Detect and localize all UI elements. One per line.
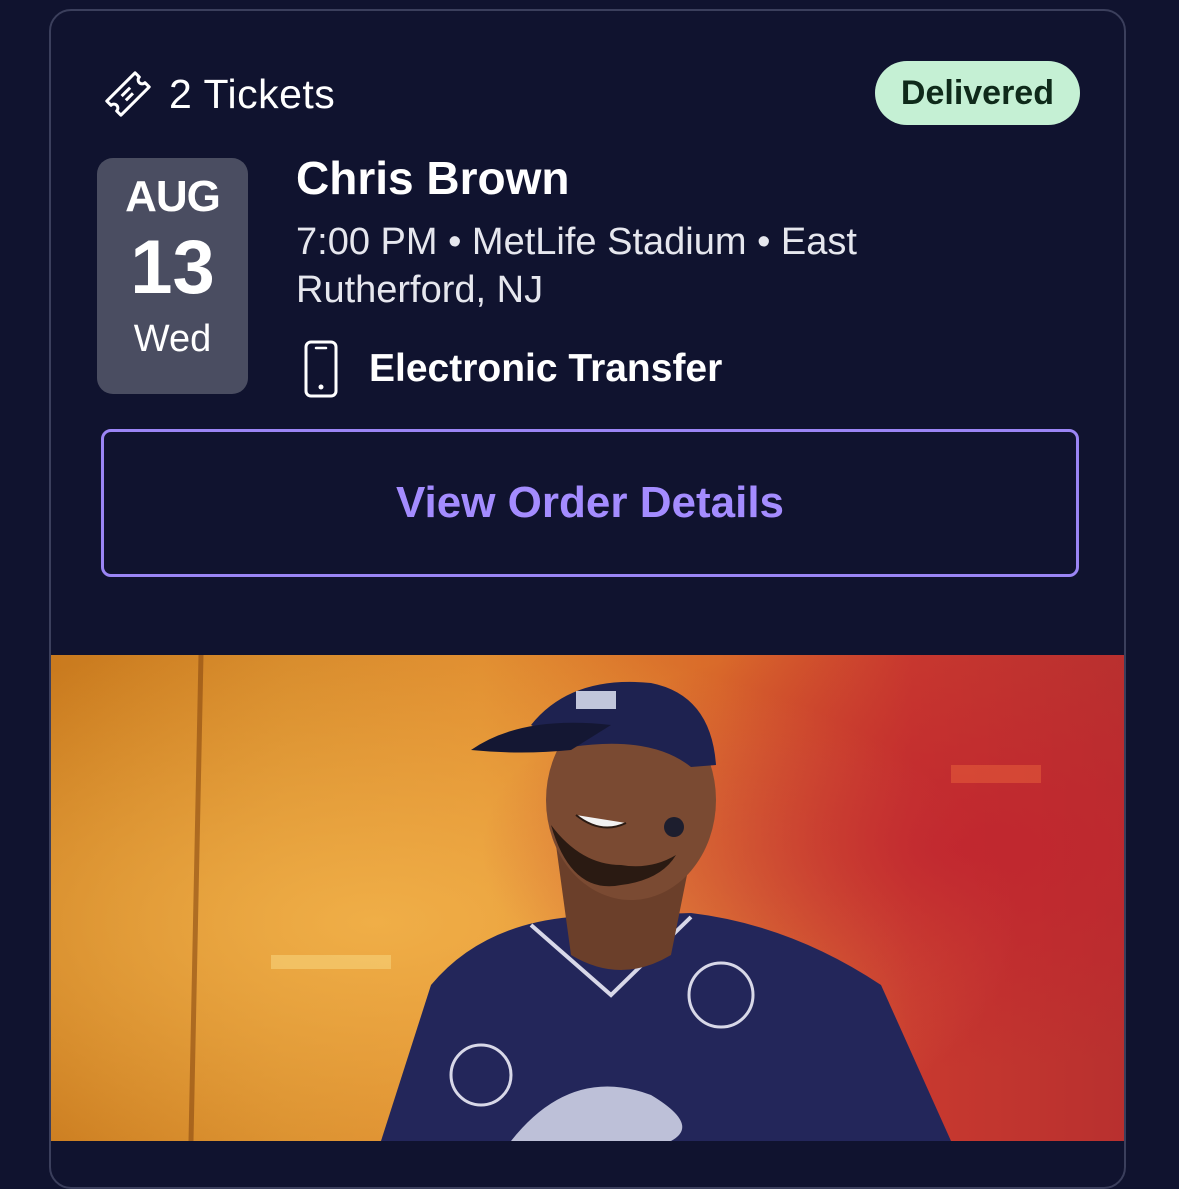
event-image[interactable] xyxy=(51,655,1124,1141)
ticket-count-label: 2 Tickets xyxy=(169,70,336,117)
status-badge: Delivered xyxy=(874,61,1080,125)
event-month: AUG xyxy=(125,172,221,221)
order-card: 2 Tickets Delivered AUG 13 Wed Chris Bro… xyxy=(49,9,1126,1189)
performer-photo xyxy=(51,655,1124,1141)
phone-icon xyxy=(301,339,341,399)
delivery-method-row: Electronic Transfer xyxy=(301,339,722,399)
event-day: 13 xyxy=(130,225,215,310)
event-title[interactable]: Chris Brown xyxy=(296,151,569,205)
event-date-block: AUG 13 Wed xyxy=(97,158,248,394)
event-weekday: Wed xyxy=(133,318,212,360)
ticket-icon xyxy=(103,69,153,119)
view-order-details-button[interactable]: View Order Details xyxy=(101,429,1079,577)
event-time-venue: 7:00 PM • MetLife Stadium • East Rutherf… xyxy=(296,221,857,311)
delivery-method-label: Electronic Transfer xyxy=(369,347,723,390)
ticket-count-row: 2 Tickets xyxy=(103,69,335,119)
